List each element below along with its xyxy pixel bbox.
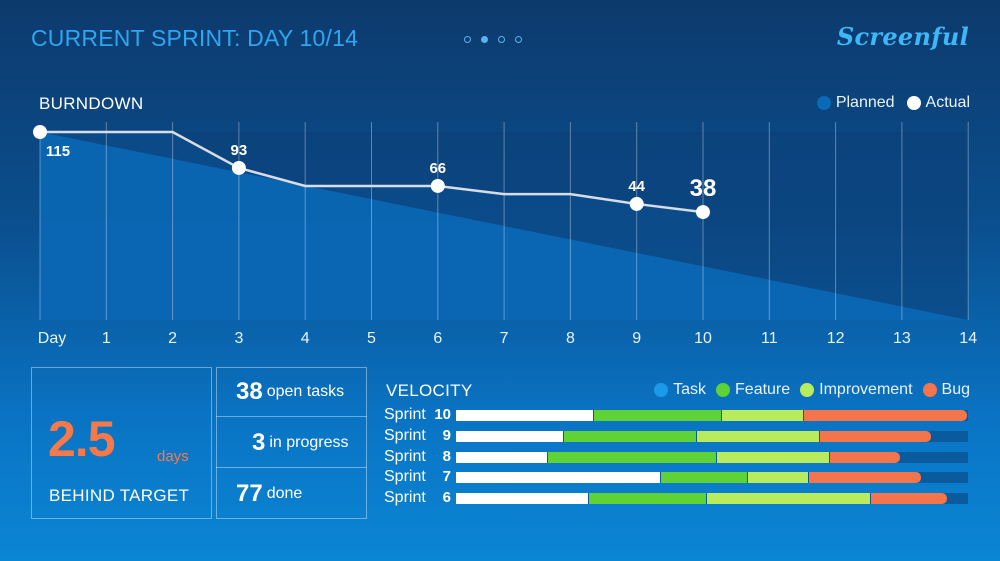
velocity-segment-task xyxy=(456,410,594,421)
actual-point-day-0 xyxy=(33,125,47,139)
velocity-segment-task xyxy=(456,472,660,484)
velocity-segment-feature xyxy=(548,451,717,463)
velocity-title: VELOCITY xyxy=(386,381,473,400)
behind-target-label: BEHIND TARGET xyxy=(49,486,190,505)
sprint-number: 7 xyxy=(442,468,451,486)
sprint-label: Sprint xyxy=(384,426,426,444)
velocity-segment-feature xyxy=(563,430,696,442)
burndown-chart: 115 93 66 44 38 xyxy=(33,122,969,320)
legend-improvement-label: Improvement xyxy=(819,381,913,398)
x-tick-label-8: 8 xyxy=(565,330,575,347)
x-tick-label-12: 12 xyxy=(826,330,845,347)
stat-progress-label: in progress xyxy=(269,433,349,451)
x-tick-label-14: 14 xyxy=(959,330,978,347)
velocity-bar-track xyxy=(456,410,968,421)
legend-bug-swatch xyxy=(922,383,937,397)
velocity-bar-track xyxy=(456,493,968,504)
stat-open-label: open tasks xyxy=(266,382,345,400)
x-tick-label-6: 6 xyxy=(433,330,443,347)
stat-done-label: done xyxy=(266,485,303,502)
behind-target-value: 2.5 xyxy=(48,411,116,467)
sprint-label: Sprint xyxy=(384,468,426,486)
x-tick-label-3: 3 xyxy=(234,330,244,347)
actual-point-label-day-10: 38 xyxy=(690,175,717,202)
velocity-segment-feature xyxy=(594,410,722,421)
actual-point-label-day-3: 93 xyxy=(231,142,248,159)
page-indicator xyxy=(464,36,522,43)
legend-planned-swatch xyxy=(816,96,831,110)
legend-feature: Feature xyxy=(716,381,790,399)
stat-open-tasks: 38 open tasks xyxy=(216,367,367,417)
velocity-bar-track xyxy=(456,472,968,484)
x-tick-label-11: 11 xyxy=(760,330,778,347)
velocity-segment-task xyxy=(456,430,563,442)
sprint-number: 10 xyxy=(434,406,451,423)
sprint-number: 6 xyxy=(442,489,451,506)
screenful-logo: Screenful xyxy=(836,22,969,51)
x-tick-label-1: 1 xyxy=(101,330,111,347)
x-axis-title: Day xyxy=(37,330,67,347)
legend-task-label: Task xyxy=(673,381,707,398)
x-tick-label-2: 2 xyxy=(168,330,178,347)
sprint-label: Sprint xyxy=(384,447,426,465)
page-dot-2[interactable] xyxy=(481,36,488,43)
x-tick-label-4: 4 xyxy=(300,330,310,347)
sprint-label: Sprint xyxy=(384,406,426,423)
velocity-legend: Task Feature Improvement Bug xyxy=(654,381,970,399)
legend-feature-swatch xyxy=(716,383,731,397)
velocity-bar-track xyxy=(456,430,968,442)
page-dot-1[interactable] xyxy=(464,36,471,43)
actual-point-day-3 xyxy=(231,160,246,175)
stat-progress-number: 3 xyxy=(252,428,266,456)
velocity-segment-bug xyxy=(829,451,901,463)
velocity-segment-task xyxy=(456,451,548,463)
page-dot-3[interactable] xyxy=(498,36,505,43)
actual-point-label-day-0: 115 xyxy=(46,143,70,160)
velocity-segment-bug xyxy=(819,430,932,442)
legend-improvement-swatch xyxy=(800,383,815,397)
stat-open-number: 38 xyxy=(236,377,263,405)
x-tick-label-7: 7 xyxy=(499,330,509,347)
behind-target-unit: days xyxy=(157,448,189,465)
x-tick-label-9: 9 xyxy=(632,330,642,347)
legend-bug: Bug xyxy=(922,381,970,399)
velocity-segment-improvement xyxy=(717,451,829,463)
sprint-number: 8 xyxy=(442,447,451,465)
velocity-segment-feature xyxy=(660,472,747,484)
velocity-segment-task xyxy=(456,493,589,504)
legend-task: Task xyxy=(654,381,706,399)
velocity-segment-improvement xyxy=(747,472,809,484)
actual-point-day-6 xyxy=(430,178,445,193)
velocity-segment-feature xyxy=(589,493,706,504)
legend-task-swatch xyxy=(654,383,669,397)
x-tick-label-5: 5 xyxy=(367,330,376,347)
actual-point-label-day-9: 44 xyxy=(628,178,645,195)
stat-done-number: 77 xyxy=(236,480,263,507)
legend-bug-label: Bug xyxy=(941,381,970,398)
legend-improvement: Improvement xyxy=(800,381,913,399)
velocity-segment-improvement xyxy=(706,493,870,504)
stat-in-progress: 3 in progress xyxy=(216,418,367,468)
actual-point-day-9 xyxy=(629,196,644,211)
actual-point-label-day-6: 66 xyxy=(429,160,446,177)
page-title: CURRENT SPRINT: DAY 10/14 xyxy=(31,25,359,51)
x-tick-label-13: 13 xyxy=(892,330,911,347)
legend-feature-label: Feature xyxy=(735,381,791,398)
velocity-segment-improvement xyxy=(696,430,819,442)
velocity-segment-bug xyxy=(804,410,967,421)
page-dot-4[interactable] xyxy=(515,36,522,43)
x-tick-label-10: 10 xyxy=(694,330,712,347)
actual-point-day-10 xyxy=(696,205,710,220)
legend-actual-swatch xyxy=(906,96,921,110)
velocity-segment-bug xyxy=(870,493,947,504)
velocity-bar-track xyxy=(456,451,968,463)
velocity-segment-improvement xyxy=(722,410,804,421)
velocity-segment-bug xyxy=(809,472,921,484)
stat-done: 77 done xyxy=(216,469,367,519)
sprint-label: Sprint xyxy=(384,489,426,506)
sprint-number: 9 xyxy=(442,426,451,444)
